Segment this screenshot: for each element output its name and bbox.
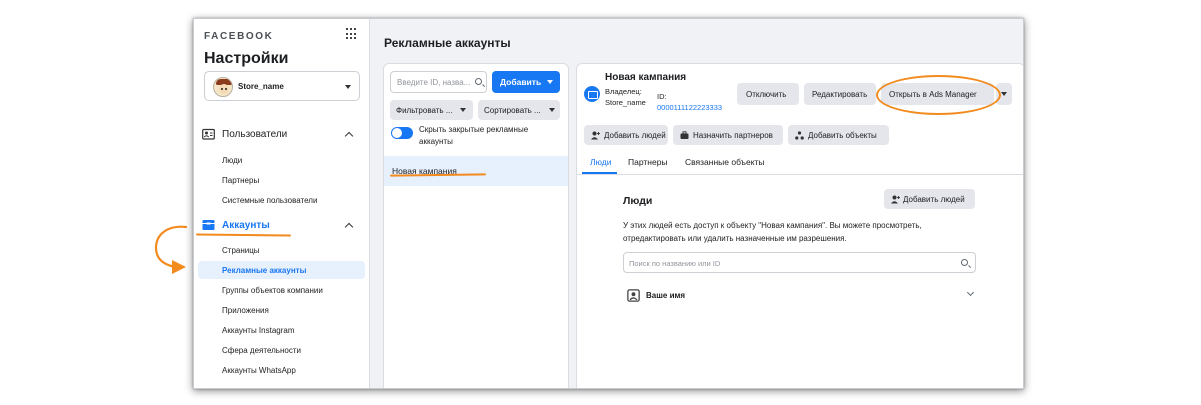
page-title: Рекламные аккаунты: [384, 36, 511, 50]
tab-people[interactable]: Люди: [590, 157, 611, 167]
briefcase-icon: [680, 131, 689, 139]
sidebar-item-business-asset-groups[interactable]: Группы объектов компании: [222, 286, 323, 295]
people-search-input[interactable]: Поиск по названию или ID: [623, 252, 976, 273]
nav-section-accounts-label: Аккаунты: [222, 220, 270, 231]
add-people-secondary-label: Добавить людей: [903, 195, 965, 204]
facebook-brand: FACEBOOK: [204, 31, 274, 42]
sort-button[interactable]: Сортировать ...: [478, 100, 560, 120]
edit-button-label: Редактировать: [812, 90, 868, 99]
search-placeholder: Введите ID, назва...: [397, 78, 471, 87]
owner-info: Владелец: Store_name: [605, 86, 646, 108]
tab-connected-assets[interactable]: Связанные объекты: [685, 157, 765, 167]
sidebar: FACEBOOK Настройки компании Store_name П…: [194, 19, 370, 388]
add-person-icon: [891, 195, 900, 204]
add-objects-button[interactable]: Добавить объекты: [788, 125, 889, 145]
caret-down-icon: [460, 108, 466, 112]
business-selector[interactable]: Store_name: [204, 71, 360, 101]
sidebar-item-pages[interactable]: Страницы: [222, 246, 260, 255]
people-section-title: Люди: [623, 195, 653, 207]
caret-down-icon: [1001, 92, 1007, 96]
disable-button-label: Отключить: [746, 90, 787, 99]
ad-account-title: Новая кампания: [605, 72, 687, 83]
nav-section-users-label: Пользователи: [222, 129, 288, 140]
hide-closed-accounts-label: Скрыть закрытые рекламные аккаунты: [419, 125, 529, 146]
caret-down-icon: [549, 108, 555, 112]
assets-icon: [795, 131, 804, 140]
assign-partners-button[interactable]: Назначить партнеров: [673, 125, 783, 145]
filter-button[interactable]: Фильтровать ...: [390, 100, 473, 120]
owner-value: Store_name: [605, 98, 646, 107]
business-name: Store_name: [238, 82, 284, 91]
sidebar-item-system-users[interactable]: Системные пользователи: [222, 196, 317, 205]
chevron-up-icon: [344, 131, 354, 141]
people-search-placeholder: Поиск по названию или ID: [629, 259, 721, 268]
search-icon: [961, 259, 968, 266]
sort-button-label: Сортировать ...: [484, 106, 541, 115]
ad-account-icon: [584, 86, 600, 102]
ad-accounts-list-panel: Введите ID, назва... Добавить Фильтроват…: [383, 63, 569, 388]
add-people-button[interactable]: Добавить людей: [584, 125, 668, 145]
person-icon: [627, 289, 640, 302]
assign-partners-label: Назначить партнеров: [693, 131, 773, 140]
chevron-up-icon: [344, 222, 354, 232]
caret-down-icon: [345, 85, 351, 89]
id-label: ID:: [657, 92, 667, 101]
nav-section-users[interactable]: Пользователи: [202, 128, 362, 143]
person-name[interactable]: Ваше имя: [646, 291, 685, 300]
nav-section-accounts[interactable]: Аккаунты: [202, 220, 362, 234]
filter-button-label: Фильтровать ...: [396, 106, 453, 115]
add-button-label: Добавить: [500, 77, 542, 87]
add-people-label: Добавить людей: [604, 131, 666, 140]
business-settings-window: FACEBOOK Настройки компании Store_name П…: [193, 18, 1024, 389]
sidebar-item-apps[interactable]: Приложения: [222, 306, 269, 315]
accounts-icon: [202, 220, 215, 230]
id-value[interactable]: 0000111122223333: [657, 102, 722, 113]
people-description: У этих людей есть доступ к объекту "Нова…: [623, 221, 922, 243]
add-button[interactable]: Добавить: [492, 71, 560, 93]
caret-down-icon: [547, 80, 553, 84]
chevron-down-icon[interactable]: [966, 288, 975, 297]
ad-account-search-input[interactable]: Введите ID, назва...: [390, 71, 487, 93]
hide-closed-accounts-toggle[interactable]: [391, 127, 413, 139]
tab-divider: [577, 174, 1023, 175]
sidebar-item-partners[interactable]: Партнеры: [222, 176, 259, 185]
annotation-circle-ads-manager: [876, 75, 1001, 115]
disable-button[interactable]: Отключить: [737, 83, 799, 105]
add-objects-label: Добавить объекты: [808, 131, 877, 140]
sidebar-item-instagram-accounts[interactable]: Аккаунты Instagram: [222, 326, 295, 335]
avatar: [213, 77, 233, 97]
sidebar-item-whatsapp-accounts[interactable]: Аккаунты WhatsApp: [222, 366, 296, 375]
sidebar-item-people[interactable]: Люди: [222, 156, 242, 165]
sidebar-item-line-of-business[interactable]: Сфера деятельности: [222, 346, 301, 355]
owner-label: Владелец:: [605, 87, 642, 96]
users-icon: [202, 128, 215, 140]
annotation-arrow-icon: [154, 225, 188, 274]
sidebar-item-ad-accounts[interactable]: Рекламные аккаунты: [222, 266, 306, 275]
apps-grid-icon[interactable]: [346, 28, 358, 40]
add-people-secondary-button[interactable]: Добавить людей: [884, 189, 975, 209]
tab-partners[interactable]: Партнеры: [628, 157, 668, 167]
search-icon: [475, 78, 482, 85]
edit-button[interactable]: Редактировать: [804, 83, 876, 105]
id-info: ID: 0000111122223333: [657, 91, 722, 113]
add-person-icon: [591, 131, 600, 140]
